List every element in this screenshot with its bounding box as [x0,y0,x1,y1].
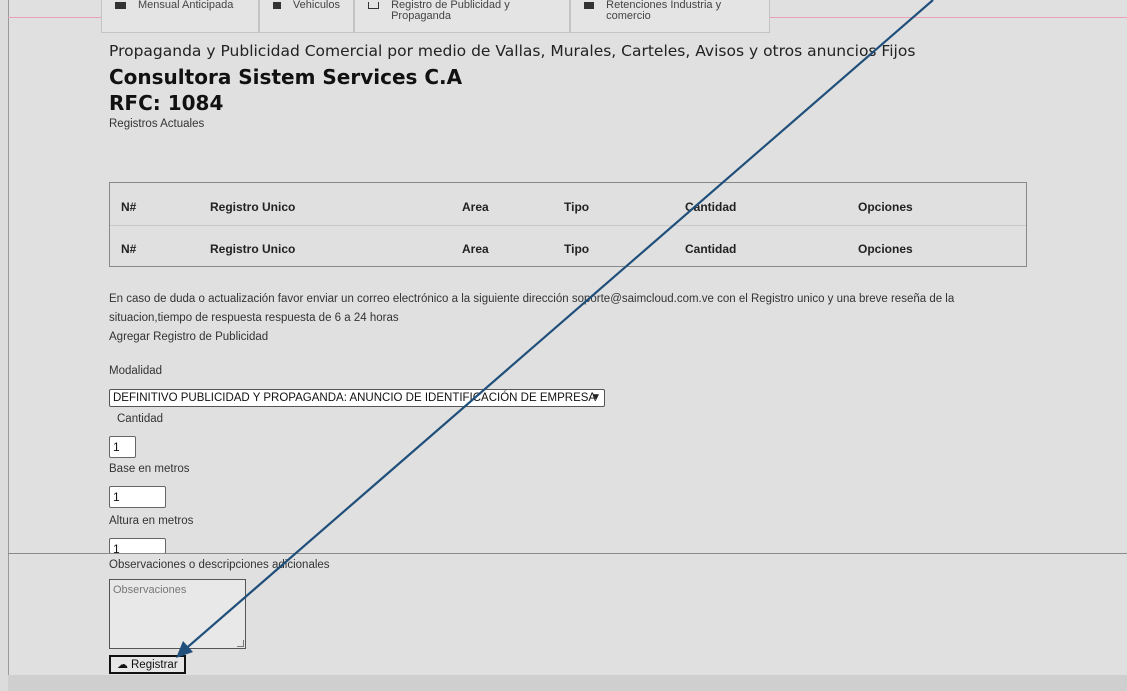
tab-label: Registro de Publicidad y Propaganda [391,0,510,22]
support-info-line1: En caso de duda o actualización favor en… [109,293,955,305]
base-label: Base en metros [109,463,190,475]
support-info-line2: situacion,tiempo de respuesta respuesta … [109,312,399,324]
tab-retenciones[interactable]: Retenciones Industria y comercio [570,0,770,33]
building-icon [584,2,595,9]
column-footer: Opciones [858,242,913,256]
registrar-button[interactable]: ☁ Registrar [109,655,186,674]
billboard-icon [368,2,380,9]
tab-label: Retenciones Industria y comercio [606,0,722,22]
modalidad-select[interactable]: DEFINITIVO PUBLICIDAD Y PROPAGANDA: ANUN… [109,389,605,407]
observaciones-textarea[interactable]: Observaciones [109,579,246,649]
chevron-down-icon: ▼ [591,392,601,403]
altura-label: Altura en metros [109,515,194,527]
modalidad-label: Modalidad [109,365,163,377]
page-title: Propaganda y Publicidad Comercial por me… [109,42,916,60]
column-header: Tipo [564,200,590,214]
page-footer [8,675,1127,691]
column-footer: Cantidad [685,242,737,256]
table-footer-row: N# Registro Unico Area Tipo Cantidad Opc… [110,225,1026,267]
module-tabs: Mensual Anticipada Vehiculos Registro de… [101,0,770,33]
column-header: N# [121,200,137,214]
section-divider [8,553,1127,554]
column-header: Area [462,200,489,214]
company-name: Consultora Sistem Services C.A [109,65,463,89]
column-header: Registro Unico [210,200,296,214]
registrar-label: Registrar [131,658,178,671]
table-header-row: N# Registro Unico Area Tipo Cantidad Opc… [110,183,1026,226]
column-header: Cantidad [685,200,737,214]
column-footer: Registro Unico [210,242,296,256]
calendar-icon [115,2,126,9]
tab-vehiculos[interactable]: Vehiculos [259,0,354,33]
modalidad-selected-value: DEFINITIVO PUBLICIDAD Y PROPAGANDA: ANUN… [113,392,597,404]
add-registro-title: Agregar Registro de Publicidad [109,331,269,343]
resize-handle-icon[interactable] [237,640,244,647]
column-footer: N# [121,242,137,256]
tab-mensual-anticipada[interactable]: Mensual Anticipada [101,0,259,33]
base-input[interactable]: 1 [109,486,166,508]
registros-table: N# Registro Unico Area Tipo Cantidad Opc… [109,182,1027,267]
tab-label: Vehiculos [292,0,340,11]
rfc-number: RFC: 1084 [109,91,224,115]
car-icon [273,2,281,9]
column-header: Opciones [858,200,913,214]
section-subtitle: Registros Actuales [109,118,205,130]
observaciones-label: Observaciones o descripciones adicionale… [109,559,330,571]
cantidad-label: Cantidad [117,413,164,425]
column-footer: Tipo [564,242,590,256]
observaciones-placeholder: Observaciones [113,584,187,596]
cantidad-input[interactable]: 1 [109,436,136,458]
tab-registro-publicidad[interactable]: Registro de Publicidad y Propaganda [354,0,570,33]
altura-input[interactable]: 1 [109,538,166,556]
cloud-upload-icon: ☁ [117,659,128,671]
column-footer: Area [462,242,489,256]
tab-label: Mensual Anticipada [138,0,234,11]
